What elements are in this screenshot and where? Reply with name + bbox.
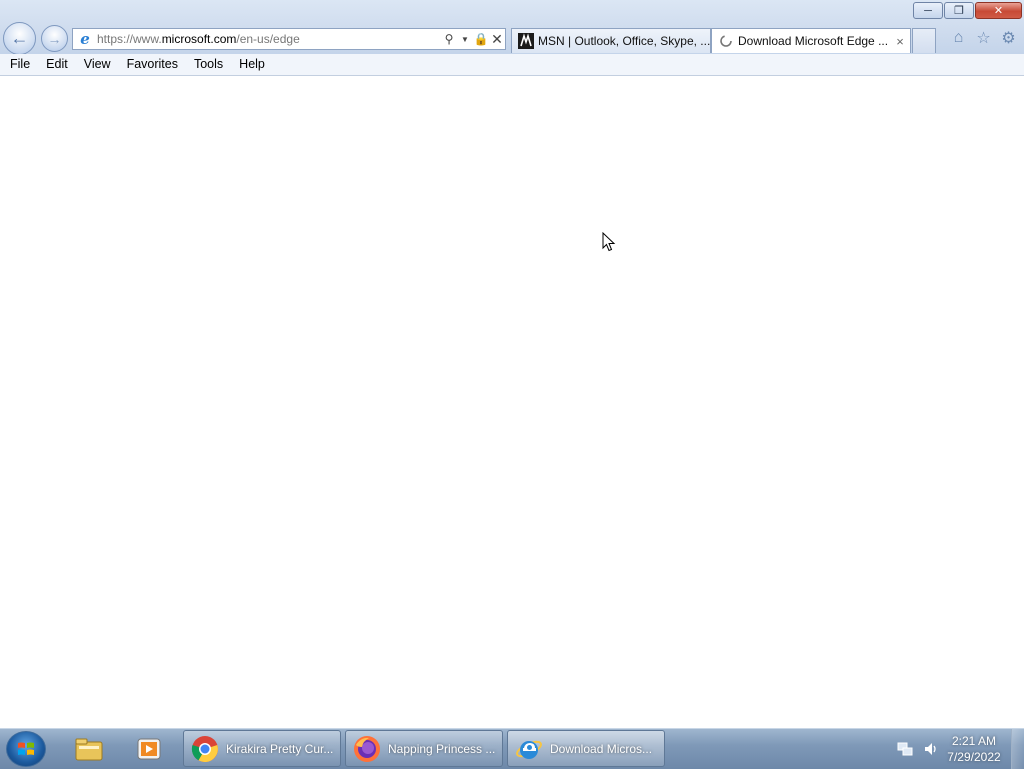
new-tab-button[interactable] (912, 28, 936, 53)
forward-arrow-icon: → (47, 30, 62, 47)
task-label: Kirakira Pretty Cur... (226, 741, 334, 756)
window-controls: ─ ❐ ✕ (913, 2, 1022, 19)
browser-chrome: ─ ❐ ✕ ← → e https://www.microsoft.com/en… (0, 0, 1024, 55)
menu-edit[interactable]: Edit (38, 54, 76, 75)
clock[interactable]: 2:21 AM 7/29/2022 (941, 733, 1007, 765)
minimize-icon: ─ (924, 4, 932, 17)
url-path: /en-us/edge (236, 32, 300, 46)
dropdown-icon[interactable]: ▼ (457, 35, 473, 44)
search-icon[interactable]: ⚲ (441, 32, 457, 46)
task-label: Napping Princess ... (388, 741, 496, 756)
start-button[interactable] (6, 731, 46, 767)
home-icon[interactable]: ⌂ (949, 28, 968, 47)
chrome-icon (190, 734, 220, 764)
page-content[interactable] (0, 76, 1024, 728)
tab-close-icon[interactable]: × (892, 34, 908, 49)
pinned-explorer[interactable] (72, 733, 106, 765)
system-tray: 2:21 AM 7/29/2022 (895, 729, 1024, 769)
clock-date: 7/29/2022 (947, 750, 1001, 764)
mouse-cursor-icon (602, 232, 616, 252)
command-icons: ⌂ ☆ ⚙ (949, 28, 1018, 47)
loading-icon (718, 33, 734, 49)
forward-button[interactable]: → (41, 25, 68, 52)
menu-file[interactable]: File (0, 54, 38, 75)
favorites-star-icon[interactable]: ☆ (974, 28, 993, 47)
firefox-icon (352, 734, 382, 764)
restore-button[interactable]: ❐ (944, 2, 974, 19)
close-button[interactable]: ✕ (975, 2, 1022, 19)
volume-icon[interactable] (921, 739, 941, 759)
tab-msn[interactable]: MSN | Outlook, Office, Skype, ... (511, 28, 711, 53)
network-icon[interactable] (895, 739, 915, 759)
url-domain: microsoft.com (161, 32, 237, 46)
url-text[interactable]: https://www.microsoft.com/en-us/edge (97, 32, 441, 46)
site-favicon-icon: e (80, 30, 90, 48)
close-icon: ✕ (993, 5, 1004, 17)
pinned-media-player[interactable] (132, 733, 166, 765)
lock-icon[interactable]: 🔒 (473, 32, 489, 46)
tab-label: Download Microsoft Edge ... (738, 34, 889, 48)
restore-icon: ❐ (954, 5, 964, 17)
menu-bar: File Edit View Favorites Tools Help (0, 54, 1024, 76)
taskbar-item-internet-explorer[interactable]: Download Micros... (507, 730, 665, 767)
back-button[interactable]: ← (3, 22, 36, 55)
clock-time: 2:21 AM (951, 734, 997, 748)
windows-logo-icon (18, 742, 34, 755)
media-player-icon (137, 738, 161, 760)
url-prefix: https://www. (97, 32, 162, 46)
taskbar-item-firefox[interactable]: Napping Princess ... (345, 730, 503, 767)
settings-gear-icon[interactable]: ⚙ (999, 28, 1018, 47)
address-bar[interactable]: e https://www.microsoft.com/en-us/edge ⚲… (72, 28, 506, 50)
taskbar: Kirakira Pretty Cur... Napping Princess … (0, 728, 1024, 769)
taskbar-item-chrome[interactable]: Kirakira Pretty Cur... (183, 730, 341, 767)
task-label: Download Micros... (550, 741, 653, 756)
back-arrow-icon: ← (10, 28, 29, 48)
internet-explorer-icon (514, 734, 544, 764)
show-desktop-button[interactable] (1011, 729, 1024, 769)
tab-label: MSN | Outlook, Office, Skype, ... (538, 34, 710, 48)
minimize-button[interactable]: ─ (913, 2, 943, 19)
msn-icon (518, 33, 534, 49)
windows-explorer-icon (75, 738, 103, 761)
tab-download-edge[interactable]: Download Microsoft Edge ... × (711, 28, 911, 53)
menu-tools[interactable]: Tools (186, 54, 231, 75)
stop-icon[interactable]: ✕ (489, 31, 505, 48)
menu-favorites[interactable]: Favorites (119, 54, 186, 75)
menu-view[interactable]: View (76, 54, 119, 75)
menu-help[interactable]: Help (231, 54, 273, 75)
